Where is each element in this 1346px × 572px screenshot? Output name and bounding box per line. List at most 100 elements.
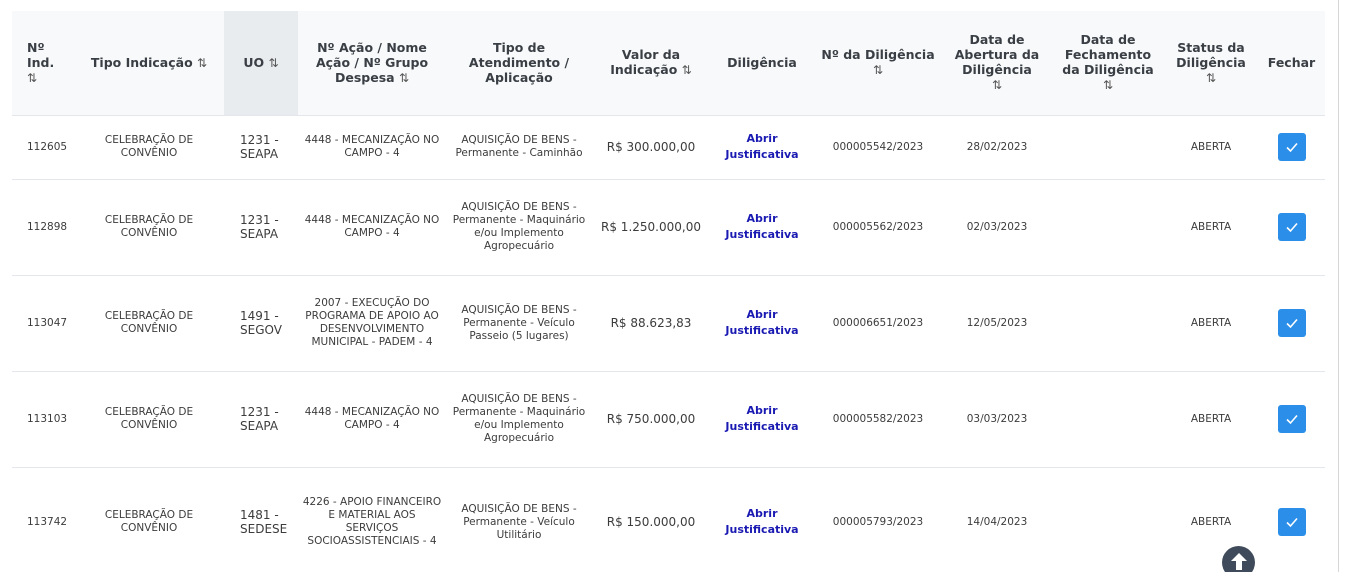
- header-acao-label: Nº Ação / Nome Ação / Nº Grupo Despesa: [315, 39, 429, 85]
- cell-tipo-indicacao: CELEBRAÇÃO DE CONVÊNIO: [74, 178, 224, 275]
- header-tipo-indicacao[interactable]: Tipo Indicação ⇅: [74, 11, 224, 115]
- cell-tipo-indicacao: CELEBRAÇÃO DE CONVÊNIO: [74, 466, 224, 572]
- header-num-diligencia[interactable]: Nº da Diligência ⇅: [814, 11, 942, 115]
- abrir-justificativa-link[interactable]: Abrir Justificativa: [714, 211, 810, 243]
- cell-num-ind: 113047: [12, 274, 74, 371]
- abrir-justificativa-link[interactable]: Abrir Justificativa: [714, 506, 810, 538]
- table-header-row: Nº Ind. ⇅ Tipo Indicação ⇅ UO ⇅ Nº Ação /…: [12, 11, 1325, 115]
- cell-tipo-indicacao: CELEBRAÇÃO DE CONVÊNIO: [74, 114, 224, 179]
- cell-diligencia: Abrir Justificativa: [710, 370, 814, 467]
- fechar-button[interactable]: [1277, 405, 1306, 433]
- header-num-ind-label: Nº Ind.: [27, 39, 55, 70]
- cell-tipo-atendimento: AQUISIÇÃO DE BENS - Permanente - Maquiná…: [446, 370, 592, 467]
- cell-status: ABERTA: [1164, 274, 1258, 371]
- cell-fechar: [1258, 370, 1325, 467]
- cell-uo: 1231 - SEAPA: [224, 370, 298, 467]
- header-data-abertura-label: Data de Abertura da Diligência: [954, 32, 1040, 78]
- header-status-label: Status da Diligência: [1176, 39, 1246, 70]
- cell-uo: 1231 - SEAPA: [224, 178, 298, 275]
- fechar-button[interactable]: [1277, 508, 1306, 537]
- header-status[interactable]: Status da Diligência ⇅: [1164, 11, 1258, 115]
- cell-tipo-atendimento: AQUISIÇÃO DE BENS - Permanente - Veículo…: [446, 466, 592, 572]
- check-icon: [1285, 142, 1298, 153]
- sort-icon[interactable]: ⇅: [1103, 78, 1113, 92]
- table-row: 112898 CELEBRAÇÃO DE CONVÊNIO 1231 - SEA…: [12, 178, 1325, 275]
- cell-data-fechamento: [1052, 466, 1164, 572]
- scroll-to-top-button[interactable]: [1222, 546, 1255, 572]
- cell-status: ABERTA: [1164, 370, 1258, 467]
- sort-icon[interactable]: ⇅: [873, 63, 883, 77]
- header-tipo-atendimento: Tipo de Atendimento / Aplicação: [446, 11, 592, 115]
- header-uo[interactable]: UO ⇅: [224, 11, 298, 115]
- cell-uo: 1481 - SEDESE: [224, 466, 298, 572]
- cell-uo: 1231 - SEAPA: [224, 114, 298, 179]
- sort-icon[interactable]: ⇅: [1206, 71, 1216, 85]
- cell-tipo-indicacao: CELEBRAÇÃO DE CONVÊNIO: [74, 370, 224, 467]
- cell-acao: 4448 - MECANIZAÇÃO NO CAMPO - 4: [298, 178, 446, 275]
- header-num-ind[interactable]: Nº Ind. ⇅: [12, 11, 74, 115]
- cell-valor: R$ 150.000,00: [592, 466, 710, 572]
- cell-tipo-atendimento: AQUISIÇÃO DE BENS - Permanente - Maquiná…: [446, 178, 592, 275]
- cell-tipo-atendimento: AQUISIÇÃO DE BENS - Permanente - Veículo…: [446, 274, 592, 371]
- cell-data-fechamento: [1052, 114, 1164, 179]
- cell-fechar: [1258, 114, 1325, 179]
- cell-diligencia: Abrir Justificativa: [710, 178, 814, 275]
- table-row: 112605 CELEBRAÇÃO DE CONVÊNIO 1231 - SEA…: [12, 114, 1325, 179]
- cell-valor: R$ 1.250.000,00: [592, 178, 710, 275]
- sort-icon[interactable]: ⇅: [399, 71, 409, 85]
- header-tipo-atendimento-label: Tipo de Atendimento / Aplicação: [468, 40, 570, 86]
- cell-valor: R$ 750.000,00: [592, 370, 710, 467]
- abrir-justificativa-link[interactable]: Abrir Justificativa: [714, 307, 810, 339]
- cell-num-diligencia: 000005562/2023: [814, 178, 942, 275]
- cell-diligencia: Abrir Justificativa: [710, 466, 814, 572]
- header-tipo-indicacao-label: Tipo Indicação: [90, 54, 193, 70]
- fechar-button[interactable]: [1277, 213, 1306, 241]
- cell-acao: 4448 - MECANIZAÇÃO NO CAMPO - 4: [298, 370, 446, 467]
- vertical-scrollbar[interactable]: [1338, 0, 1339, 572]
- cell-valor: R$ 88.623,83: [592, 274, 710, 371]
- cell-uo: 1491 - SEGOV: [224, 274, 298, 371]
- cell-fechar: [1258, 466, 1325, 572]
- header-fechar-label: Fechar: [1267, 55, 1316, 71]
- cell-valor: R$ 300.000,00: [592, 114, 710, 179]
- header-data-abertura[interactable]: Data de Abertura da Diligência ⇅: [942, 11, 1052, 115]
- fechar-button[interactable]: [1277, 309, 1306, 337]
- indicacoes-table: Nº Ind. ⇅ Tipo Indicação ⇅ UO ⇅ Nº Ação /…: [12, 11, 1325, 572]
- sort-icon[interactable]: ⇅: [269, 56, 279, 70]
- cell-num-ind: 112898: [12, 178, 74, 275]
- sort-icon[interactable]: ⇅: [992, 78, 1002, 92]
- header-fechar: Fechar: [1258, 11, 1325, 115]
- sort-icon[interactable]: ⇅: [27, 71, 37, 85]
- check-icon: [1285, 318, 1298, 329]
- abrir-justificativa-link[interactable]: Abrir Justificativa: [714, 403, 810, 435]
- header-valor[interactable]: Valor da Indicação ⇅: [592, 11, 710, 115]
- cell-tipo-indicacao: CELEBRAÇÃO DE CONVÊNIO: [74, 274, 224, 371]
- cell-data-fechamento: [1052, 178, 1164, 275]
- abrir-justificativa-link[interactable]: Abrir Justificativa: [714, 131, 810, 163]
- sort-icon[interactable]: ⇅: [197, 56, 207, 70]
- cell-num-diligencia: 000005582/2023: [814, 370, 942, 467]
- sort-icon[interactable]: ⇅: [682, 63, 692, 77]
- header-acao[interactable]: Nº Ação / Nome Ação / Nº Grupo Despesa ⇅: [298, 11, 446, 115]
- table-row: 113047 CELEBRAÇÃO DE CONVÊNIO 1491 - SEG…: [12, 274, 1325, 371]
- cell-diligencia: Abrir Justificativa: [710, 274, 814, 371]
- header-uo-label: UO: [243, 54, 265, 70]
- cell-num-diligencia: 000005542/2023: [814, 114, 942, 179]
- header-valor-label: Valor da Indicação: [610, 47, 681, 78]
- header-data-fechamento[interactable]: Data de Fechamento da Diligência ⇅: [1052, 11, 1164, 115]
- table-row: 113742 CELEBRAÇÃO DE CONVÊNIO 1481 - SED…: [12, 466, 1325, 572]
- cell-fechar: [1258, 274, 1325, 371]
- check-icon: [1285, 222, 1298, 233]
- cell-data-abertura: 28/02/2023: [942, 114, 1052, 179]
- cell-num-ind: 112605: [12, 114, 74, 179]
- cell-data-abertura: 02/03/2023: [942, 178, 1052, 275]
- cell-num-diligencia: 000006651/2023: [814, 274, 942, 371]
- fechar-button[interactable]: [1277, 133, 1306, 161]
- cell-diligencia: Abrir Justificativa: [710, 114, 814, 179]
- cell-data-abertura: 14/04/2023: [942, 466, 1052, 572]
- cell-status: ABERTA: [1164, 114, 1258, 179]
- cell-acao: 2007 - EXECUÇÃO DO PROGRAMA DE APOIO AO …: [298, 274, 446, 371]
- header-diligencia-label: Diligência: [727, 55, 797, 71]
- table-row: 113103 CELEBRAÇÃO DE CONVÊNIO 1231 - SEA…: [12, 370, 1325, 467]
- header-diligencia: Diligência: [710, 11, 814, 115]
